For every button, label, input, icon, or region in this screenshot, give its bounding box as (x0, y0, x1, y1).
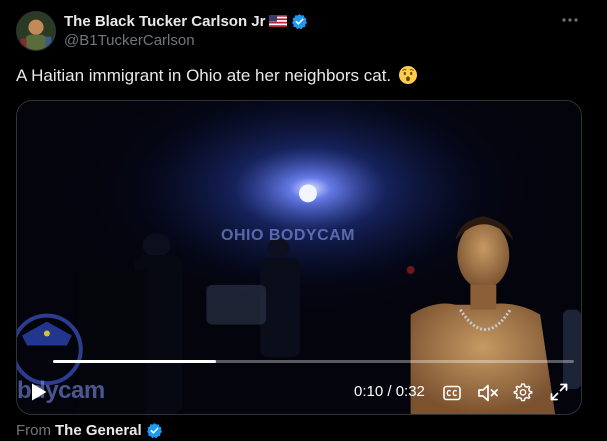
mute-button[interactable] (476, 382, 500, 404)
tweet-body: A Haitian immigrant in Ohio ate her neig… (16, 66, 392, 85)
captions-button[interactable] (441, 382, 463, 404)
video-frame (17, 101, 581, 414)
source-account-link[interactable]: The General (55, 422, 142, 439)
author-avatar[interactable] (16, 11, 56, 51)
video-player[interactable]: OHIO BODYCAM bdycam 0:10 / 0:32 (16, 100, 582, 415)
us-flag-icon (269, 15, 288, 27)
video-watermark: OHIO BODYCAM (221, 227, 355, 244)
video-time-display: 0:10 / 0:32 (354, 383, 425, 400)
more-horizontal-icon (562, 18, 578, 22)
tweet-text: A Haitian immigrant in Ohio ate her neig… (16, 64, 591, 88)
settings-gear-icon (513, 383, 533, 402)
fullscreen-button[interactable] (548, 381, 570, 403)
play-button[interactable] (27, 380, 51, 404)
video-progress-bar[interactable] (53, 360, 574, 363)
muted-speaker-icon (478, 384, 498, 402)
fullscreen-icon (550, 383, 568, 401)
author-display-name[interactable]: The Black Tucker Carlson Jr (64, 13, 265, 30)
from-label: From (16, 421, 51, 439)
video-progress-fill (53, 360, 216, 363)
video-source-attribution: From The General (16, 420, 163, 440)
verified-badge-icon (146, 422, 163, 439)
play-icon (32, 383, 47, 401)
author-handle[interactable]: @B1TuckerCarlson (64, 32, 195, 49)
tweet-card: The Black Tucker Carlson Jr @B1TuckerCar… (0, 0, 607, 441)
author-name-row: The Black Tucker Carlson Jr (64, 12, 308, 30)
closed-captions-icon (443, 385, 461, 401)
hushed-face-emoji-icon (398, 65, 418, 85)
more-options-button[interactable] (559, 11, 581, 29)
settings-button[interactable] (512, 381, 534, 403)
verified-badge-icon (291, 13, 308, 30)
